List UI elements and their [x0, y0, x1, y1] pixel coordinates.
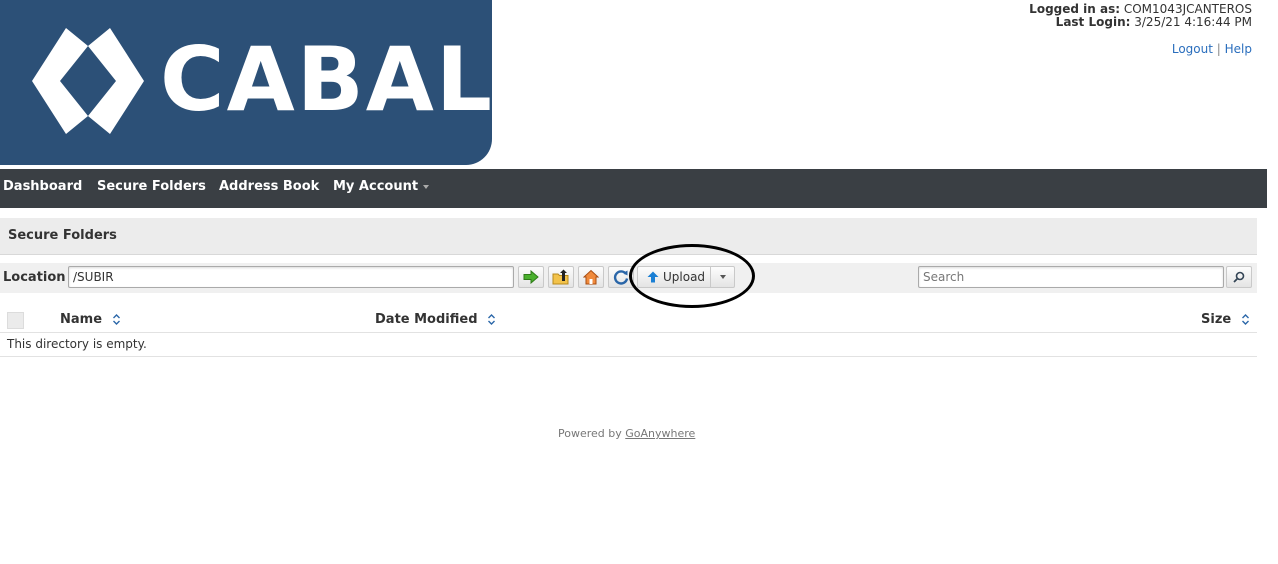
sort-icon: [488, 314, 496, 325]
logo-panel: CABAL: [0, 0, 492, 165]
link-separator: |: [1216, 42, 1221, 56]
empty-directory-row: This directory is empty.: [0, 333, 1257, 357]
arrow-up-icon: [647, 271, 659, 283]
home-icon: [583, 269, 599, 285]
page-title: Secure Folders: [8, 228, 117, 243]
column-name-label: Name: [60, 312, 103, 327]
arrow-right-icon: [523, 270, 539, 284]
nav-dashboard[interactable]: Dashboard: [3, 169, 82, 208]
nav-address-book[interactable]: Address Book: [219, 169, 319, 208]
refresh-button[interactable]: [608, 266, 634, 288]
username: COM1043JCANTEROS: [1123, 2, 1252, 16]
location-input[interactable]: [68, 266, 514, 288]
section-header: Secure Folders: [0, 218, 1257, 255]
select-all-checkbox[interactable]: [7, 312, 24, 329]
last-login-label: Last Login:: [1055, 15, 1131, 29]
home-button[interactable]: [578, 266, 604, 288]
search-icon: [1233, 271, 1245, 283]
nav-secure-folders[interactable]: Secure Folders: [97, 169, 206, 208]
top-links: Logout | Help: [1172, 42, 1252, 56]
file-table-header: Name Date Modified Size: [0, 307, 1257, 333]
main-navbar: Dashboard Secure Folders Address Book My…: [0, 169, 1267, 208]
nav-my-account[interactable]: My Account: [333, 169, 430, 208]
folder-up-icon: [552, 269, 569, 285]
upload-label: Upload: [663, 270, 706, 284]
column-date-label: Date Modified: [375, 312, 478, 327]
logout-link[interactable]: Logout: [1172, 42, 1213, 56]
logged-in-label: Logged in as:: [1029, 2, 1121, 16]
go-button[interactable]: [518, 266, 544, 288]
brand-name: CABAL: [160, 28, 492, 131]
column-date-modified[interactable]: Date Modified: [375, 312, 496, 327]
column-size-label: Size: [1201, 312, 1232, 327]
powered-by-text: Powered by: [558, 427, 622, 440]
location-label: Location: [3, 270, 66, 285]
search-input[interactable]: [918, 266, 1224, 288]
column-size[interactable]: Size: [1201, 312, 1249, 327]
column-name[interactable]: Name: [60, 312, 120, 327]
goanywhere-link[interactable]: GoAnywhere: [625, 427, 695, 440]
search-button[interactable]: [1226, 266, 1252, 288]
sort-icon: [1241, 314, 1249, 325]
caret-down-icon: [423, 184, 430, 189]
upload-dropdown-button[interactable]: [711, 266, 735, 288]
refresh-icon: [613, 270, 629, 285]
folder-up-button[interactable]: [548, 266, 574, 288]
caret-down-icon: [719, 275, 726, 279]
user-info: Logged in as: COM1043JCANTEROS Last Logi…: [1029, 3, 1252, 29]
last-login-value: 3/25/21 4:16:44 PM: [1134, 15, 1252, 29]
footer: Powered by GoAnywhere: [558, 427, 695, 440]
cabal-logo-icon: [32, 28, 144, 134]
sort-icon: [112, 314, 120, 325]
help-link[interactable]: Help: [1225, 42, 1252, 56]
empty-message: This directory is empty.: [7, 337, 147, 351]
last-login-line: Last Login: 3/25/21 4:16:44 PM: [1029, 16, 1252, 29]
location-toolbar: Location Upload: [0, 263, 1257, 293]
upload-button[interactable]: Upload: [637, 266, 711, 288]
nav-my-account-label: My Account: [333, 179, 419, 194]
